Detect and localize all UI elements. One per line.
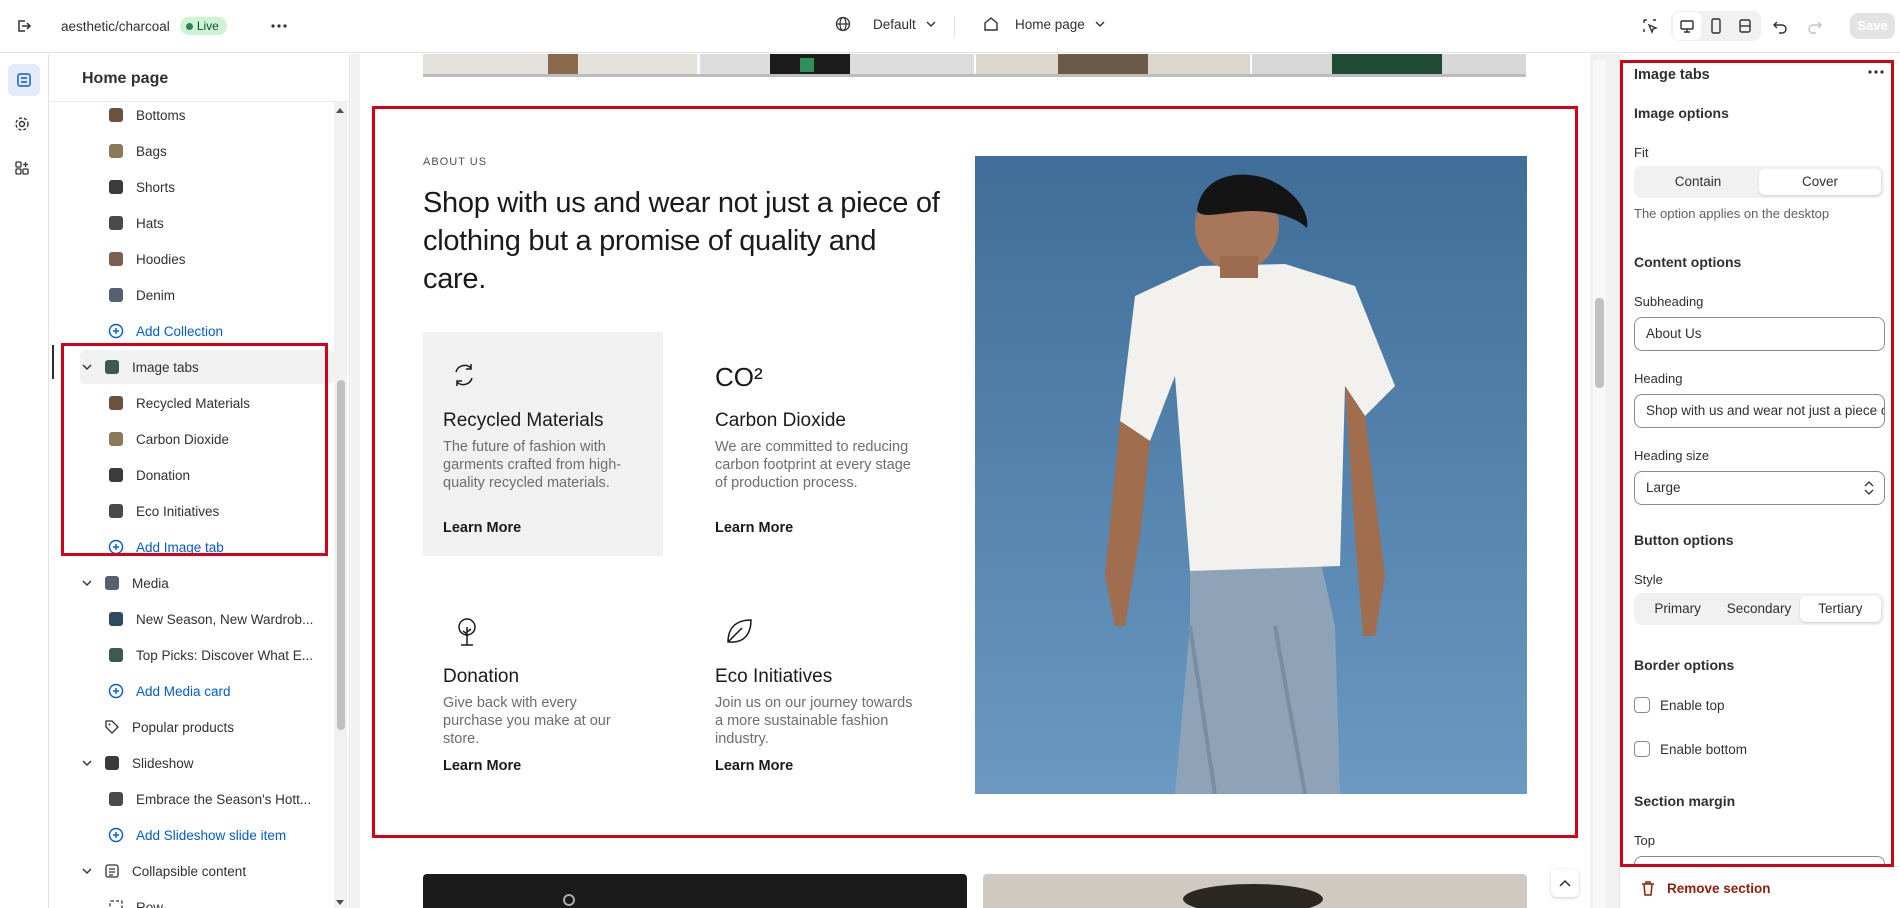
theme-selector[interactable]: Default bbox=[835, 16, 936, 32]
undo-icon[interactable] bbox=[1766, 12, 1794, 40]
scroll-down-icon bbox=[336, 900, 344, 905]
highlight-box-section bbox=[372, 106, 1578, 838]
desktop-view-icon[interactable] bbox=[1673, 12, 1701, 40]
tree-item[interactable]: Popular products bbox=[80, 710, 234, 744]
tree-item[interactable]: Add Slideshow slide item bbox=[108, 818, 286, 852]
tree-item[interactable]: Collapsible content bbox=[80, 854, 246, 888]
more-options-icon[interactable] bbox=[265, 12, 293, 40]
chevron-up-icon bbox=[1559, 879, 1571, 887]
top-bar: aesthetic/charcoal Live Default Home pag… bbox=[0, 0, 1900, 53]
media-icon bbox=[104, 575, 120, 591]
status-badge: Live bbox=[179, 17, 227, 35]
page-label: Home page bbox=[1015, 16, 1085, 32]
media-card-image[interactable] bbox=[983, 874, 1527, 908]
tree-item-label: Media bbox=[132, 575, 169, 591]
tree-item-label: Add Media card bbox=[136, 683, 231, 699]
media-card-image[interactable] bbox=[423, 874, 967, 908]
tree-item-label: Add Collection bbox=[136, 323, 224, 339]
plus-circle-icon bbox=[108, 683, 124, 699]
product-image[interactable] bbox=[700, 54, 974, 76]
tree-item-label: Denim bbox=[136, 287, 176, 303]
tree-item-label: Embrace the Season's Hott... bbox=[136, 791, 312, 807]
page-selector[interactable]: Home page bbox=[983, 16, 1105, 32]
collection-thumb bbox=[108, 107, 124, 123]
redo-icon[interactable] bbox=[1801, 12, 1829, 40]
tree-item[interactable]: Shorts bbox=[108, 170, 175, 204]
selection-indicator bbox=[52, 345, 54, 379]
settings-gear-icon[interactable] bbox=[8, 110, 36, 138]
mobile-view-icon[interactable] bbox=[1702, 12, 1730, 40]
tree-item[interactable]: Hoodies bbox=[108, 242, 186, 276]
collection-thumb bbox=[108, 251, 124, 267]
tree-item[interactable]: New Season, New Wardrob... bbox=[108, 602, 313, 636]
collapsible-icon bbox=[104, 863, 120, 879]
panel-title: Home page bbox=[82, 70, 169, 87]
tree-item-label: Add Slideshow slide item bbox=[136, 827, 287, 843]
chevron-down-icon bbox=[926, 21, 936, 27]
tree-item-label: New Season, New Wardrob... bbox=[136, 611, 314, 627]
tree-item[interactable]: Media bbox=[80, 566, 169, 600]
remove-section-button[interactable]: Remove section bbox=[1641, 880, 1771, 896]
tree-item-label: Row bbox=[136, 899, 164, 908]
save-button[interactable]: Save bbox=[1850, 13, 1895, 39]
preview-scrollbar[interactable] bbox=[1593, 60, 1606, 908]
tree-item[interactable]: Bags bbox=[108, 134, 167, 168]
store-name: aesthetic/charcoal bbox=[61, 18, 170, 34]
image-thumb bbox=[108, 647, 124, 663]
image-thumb bbox=[108, 791, 124, 807]
store-info: aesthetic/charcoal Live bbox=[61, 17, 227, 35]
tree-item-label: Slideshow bbox=[132, 755, 194, 771]
tree-item-label: Bags bbox=[136, 143, 167, 159]
scroll-top-button[interactable] bbox=[1551, 869, 1579, 897]
collection-thumb bbox=[108, 215, 124, 231]
scroll-up-icon bbox=[336, 108, 344, 113]
highlight-box-tree bbox=[61, 343, 328, 556]
icon-rail bbox=[0, 54, 49, 908]
tree-item[interactable]: Top Picks: Discover What E... bbox=[108, 638, 313, 672]
sections-icon[interactable] bbox=[8, 64, 40, 96]
row-icon bbox=[108, 899, 124, 908]
slideshow-icon bbox=[104, 755, 120, 771]
tree-item[interactable]: Hats bbox=[108, 206, 164, 240]
theme-label: Default bbox=[873, 16, 916, 32]
collection-thumb bbox=[108, 179, 124, 195]
product-image[interactable] bbox=[423, 54, 697, 76]
product-image[interactable] bbox=[976, 54, 1250, 76]
product-image[interactable] bbox=[1252, 54, 1526, 76]
tree-item[interactable]: Denim bbox=[108, 278, 175, 312]
tree-item[interactable]: Row bbox=[108, 890, 163, 908]
apps-icon[interactable] bbox=[8, 154, 36, 182]
tree-item[interactable]: Bottoms bbox=[108, 98, 186, 132]
plus-circle-icon bbox=[108, 323, 124, 339]
tag-icon bbox=[104, 719, 120, 735]
tree-item-label: Bottoms bbox=[136, 107, 186, 123]
highlight-box-settings bbox=[1620, 60, 1894, 867]
tree-item[interactable]: Add Media card bbox=[108, 674, 231, 708]
globe-icon bbox=[835, 16, 851, 32]
chevron-down-icon bbox=[1095, 21, 1105, 27]
trash-icon bbox=[1642, 881, 1654, 896]
chevron-down-icon[interactable] bbox=[80, 760, 94, 766]
plus-circle-icon bbox=[108, 827, 124, 843]
image-thumb bbox=[108, 611, 124, 627]
tree-item-label: Hats bbox=[136, 215, 164, 231]
chevron-down-icon[interactable] bbox=[80, 868, 94, 874]
left-scrollbar-thumb[interactable] bbox=[337, 380, 345, 730]
tree-item[interactable]: Embrace the Season's Hott... bbox=[108, 782, 311, 816]
collection-thumb bbox=[108, 287, 124, 303]
collection-thumb bbox=[108, 143, 124, 159]
tree-item-label: Top Picks: Discover What E... bbox=[136, 647, 314, 663]
tree-item-label: Collapsible content bbox=[132, 863, 247, 879]
preview-scrollbar-thumb[interactable] bbox=[1595, 298, 1604, 388]
chevron-down-icon[interactable] bbox=[80, 580, 94, 586]
tree-item-label: Shorts bbox=[136, 179, 176, 195]
fullscreen-icon[interactable] bbox=[1731, 12, 1759, 40]
exit-icon[interactable] bbox=[10, 12, 38, 40]
home-icon bbox=[984, 17, 998, 31]
tree-item[interactable]: Slideshow bbox=[80, 746, 194, 780]
tree-item-label: Popular products bbox=[132, 719, 235, 735]
tree-item-label: Hoodies bbox=[136, 251, 186, 267]
remove-section-label: Remove section bbox=[1667, 880, 1771, 896]
inspector-icon[interactable] bbox=[1636, 12, 1664, 40]
